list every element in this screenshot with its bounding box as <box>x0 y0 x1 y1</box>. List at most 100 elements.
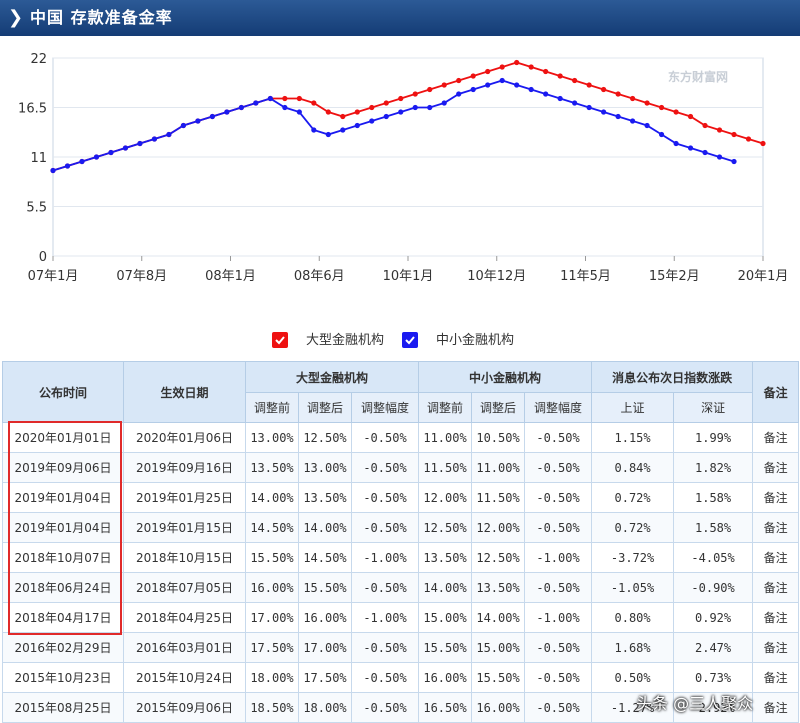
note-link[interactable]: 备注 <box>753 693 799 723</box>
legend-label: 中小金融机构 <box>436 330 514 352</box>
data-point <box>717 154 722 159</box>
shanghai-change-cell: -1.05% <box>592 573 674 603</box>
data-point <box>94 154 99 159</box>
data-point <box>485 69 490 74</box>
small-after-cell: 12.50% <box>472 543 525 573</box>
data-point <box>369 105 374 110</box>
col-publish-date[interactable]: 公布时间 <box>3 362 124 423</box>
table-row: 2019年01月04日2019年01月25日14.00%13.50%-0.50%… <box>3 483 799 513</box>
data-point <box>427 105 432 110</box>
data-point <box>268 96 273 101</box>
publish-date-cell: 2020年01月01日 <box>3 423 124 453</box>
data-point <box>485 82 490 87</box>
col-large-before[interactable]: 调整前 <box>246 393 299 423</box>
note-link[interactable]: 备注 <box>753 633 799 663</box>
col-shenzhen[interactable]: 深证 <box>674 393 753 423</box>
col-effective-date[interactable]: 生效日期 <box>124 362 246 423</box>
effective-date-cell: 2019年01月15日 <box>124 513 246 543</box>
data-point <box>746 136 751 141</box>
checkbox-checked-icon[interactable] <box>272 332 288 348</box>
large-change-cell: -1.00% <box>352 603 419 633</box>
note-link[interactable]: 备注 <box>753 513 799 543</box>
col-small-after[interactable]: 调整后 <box>472 393 525 423</box>
data-point <box>166 132 171 137</box>
small-before-cell: 11.00% <box>419 423 472 453</box>
note-link[interactable]: 备注 <box>753 603 799 633</box>
data-point <box>297 96 302 101</box>
data-point <box>456 78 461 83</box>
publish-date-cell: 2019年01月04日 <box>3 513 124 543</box>
data-point <box>442 82 447 87</box>
data-point <box>340 127 345 132</box>
large-after-cell: 17.00% <box>299 633 352 663</box>
reserve-ratio-table: 公布时间 生效日期 大型金融机构 中小金融机构 消息公布次日指数涨跌 备注 调整… <box>2 361 799 723</box>
data-point <box>644 123 649 128</box>
small-after-cell: 11.50% <box>472 483 525 513</box>
data-point <box>760 141 765 146</box>
data-point <box>616 91 621 96</box>
col-note: 备注 <box>753 362 799 423</box>
x-tick-label: 11年5月 <box>560 269 611 284</box>
shanghai-change-cell: 0.84% <box>592 453 674 483</box>
data-point <box>659 105 664 110</box>
data-point <box>137 141 142 146</box>
large-after-cell: 13.00% <box>299 453 352 483</box>
shenzhen-change-cell: 2.47% <box>674 633 753 663</box>
y-tick-label: 5.5 <box>26 201 47 216</box>
x-tick-label: 07年1月 <box>28 269 79 284</box>
data-point <box>702 123 707 128</box>
large-after-cell: 14.50% <box>299 543 352 573</box>
data-point <box>384 100 389 105</box>
large-after-cell: 14.00% <box>299 513 352 543</box>
small-before-cell: 14.00% <box>419 573 472 603</box>
data-point <box>731 159 736 164</box>
data-point <box>181 123 186 128</box>
small-change-cell: -0.50% <box>525 483 592 513</box>
data-point <box>413 91 418 96</box>
large-before-cell: 14.00% <box>246 483 299 513</box>
data-point <box>601 87 606 92</box>
data-point <box>355 109 360 114</box>
large-change-cell: -0.50% <box>352 633 419 663</box>
legend-label: 大型金融机构 <box>306 330 384 352</box>
col-small-before[interactable]: 调整前 <box>419 393 472 423</box>
small-change-cell: -1.00% <box>525 543 592 573</box>
note-link[interactable]: 备注 <box>753 483 799 513</box>
col-shanghai[interactable]: 上证 <box>592 393 674 423</box>
data-point <box>558 73 563 78</box>
note-link[interactable]: 备注 <box>753 453 799 483</box>
large-change-cell: -0.50% <box>352 573 419 603</box>
small-change-cell: -0.50% <box>525 513 592 543</box>
note-link[interactable]: 备注 <box>753 573 799 603</box>
shanghai-change-cell: 0.80% <box>592 603 674 633</box>
note-link[interactable]: 备注 <box>753 423 799 453</box>
table-row: 2018年06月24日2018年07月05日16.00%15.50%-0.50%… <box>3 573 799 603</box>
note-link[interactable]: 备注 <box>753 543 799 573</box>
data-point <box>616 114 621 119</box>
small-after-cell: 14.00% <box>472 603 525 633</box>
col-large-after[interactable]: 调整后 <box>299 393 352 423</box>
small-before-cell: 12.50% <box>419 513 472 543</box>
note-link[interactable]: 备注 <box>753 663 799 693</box>
col-small-change[interactable]: 调整幅度 <box>525 393 592 423</box>
y-tick-label: 11 <box>30 151 47 166</box>
data-point <box>558 96 563 101</box>
page-title: 中国 存款准备金率 <box>30 8 173 28</box>
large-before-cell: 17.00% <box>246 603 299 633</box>
checkbox-checked-icon[interactable] <box>402 332 418 348</box>
small-before-cell: 12.00% <box>419 483 472 513</box>
data-point <box>340 114 345 119</box>
publish-date-cell: 2018年10月07日 <box>3 543 124 573</box>
publish-date-cell: 2015年10月23日 <box>3 663 124 693</box>
data-point <box>731 132 736 137</box>
x-tick-label: 10年1月 <box>383 269 434 284</box>
large-after-cell: 13.50% <box>299 483 352 513</box>
small-before-cell: 13.50% <box>419 543 472 573</box>
publish-date-cell: 2016年02月29日 <box>3 633 124 663</box>
data-point <box>50 168 55 173</box>
small-before-cell: 11.50% <box>419 453 472 483</box>
col-large-change[interactable]: 调整幅度 <box>352 393 419 423</box>
data-point <box>471 73 476 78</box>
small-change-cell: -1.00% <box>525 603 592 633</box>
data-point <box>79 159 84 164</box>
